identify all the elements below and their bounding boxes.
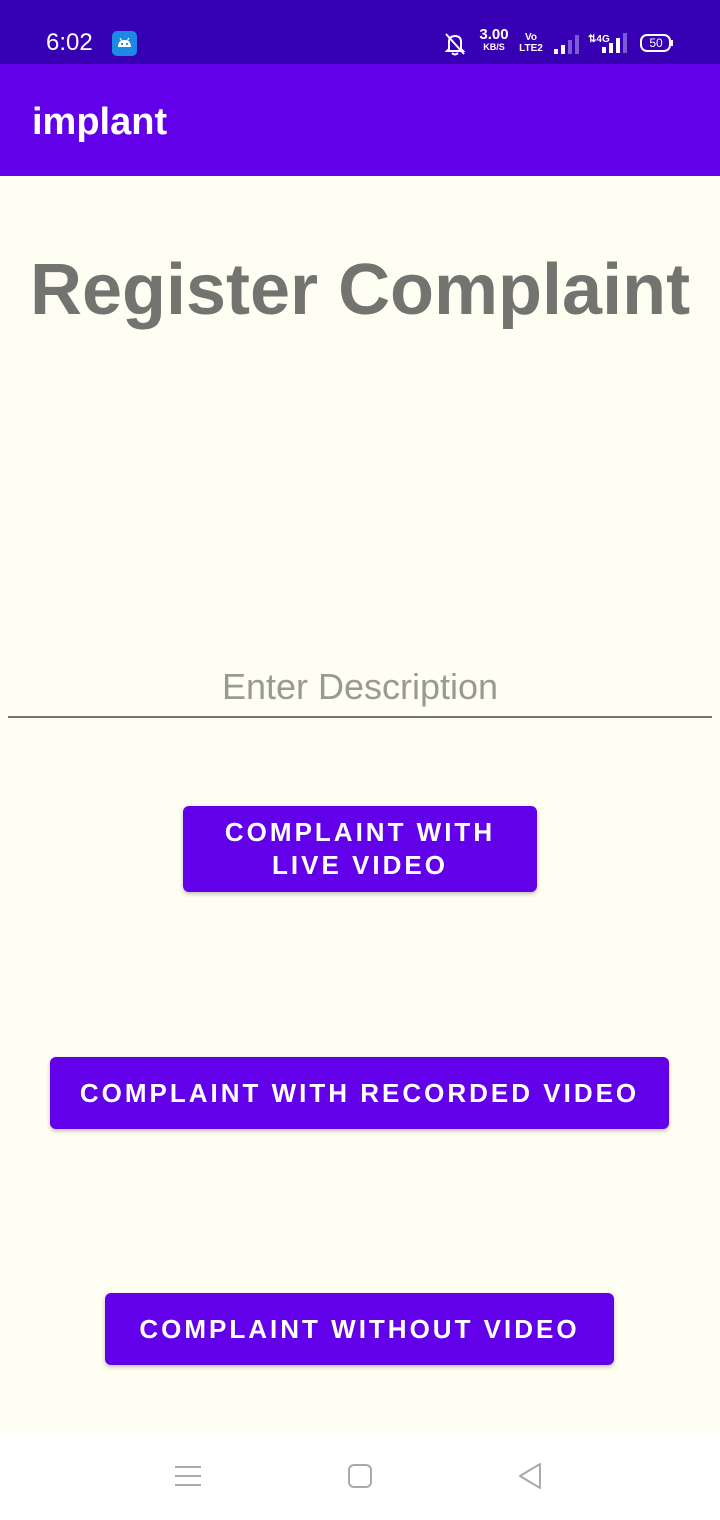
status-bar: 6:02 3.00 KB/S Vo LTE2 ⇅4G 50 [0,0,720,64]
navigation-bar [0,1432,720,1520]
page-title: Register Complaint [29,250,691,330]
volte-icon: Vo LTE2 [518,32,544,56]
4g-signal-icon: ⇅4G [588,32,628,54]
complaint-without-video-button[interactable]: COMPLAINT WITHOUT VIDEO [105,1293,614,1365]
status-time: 6:02 [46,29,93,56]
complaint-with-live-video-label: COMPLAINT WITH LIVE VIDEO [224,817,496,880]
network-speed-unit: KB/S [483,42,505,52]
back-icon[interactable] [500,1450,560,1502]
svg-text:⇅4G: ⇅4G [588,34,610,45]
battery-level: 50 [649,36,663,50]
menu-icon[interactable] [158,1450,218,1502]
status-icons: 3.00 KB/S Vo LTE2 ⇅4G 50 [440,26,680,60]
network-speed-value: 3.00 [479,26,509,43]
bell-off-icon [444,32,466,56]
description-input[interactable] [8,658,712,718]
volte-top-label: Vo [524,32,538,43]
app-title: implant [32,101,168,143]
home-icon[interactable] [330,1450,390,1502]
complaint-with-live-video-button[interactable]: COMPLAINT WITH LIVE VIDEO [183,806,537,892]
complaint-with-recorded-video-button[interactable]: COMPLAINT WITH RECORDED VIDEO [50,1057,669,1129]
volte-bottom-label: LTE2 [519,43,543,54]
android-notification-icon [112,31,137,56]
signal-icon [552,34,580,54]
